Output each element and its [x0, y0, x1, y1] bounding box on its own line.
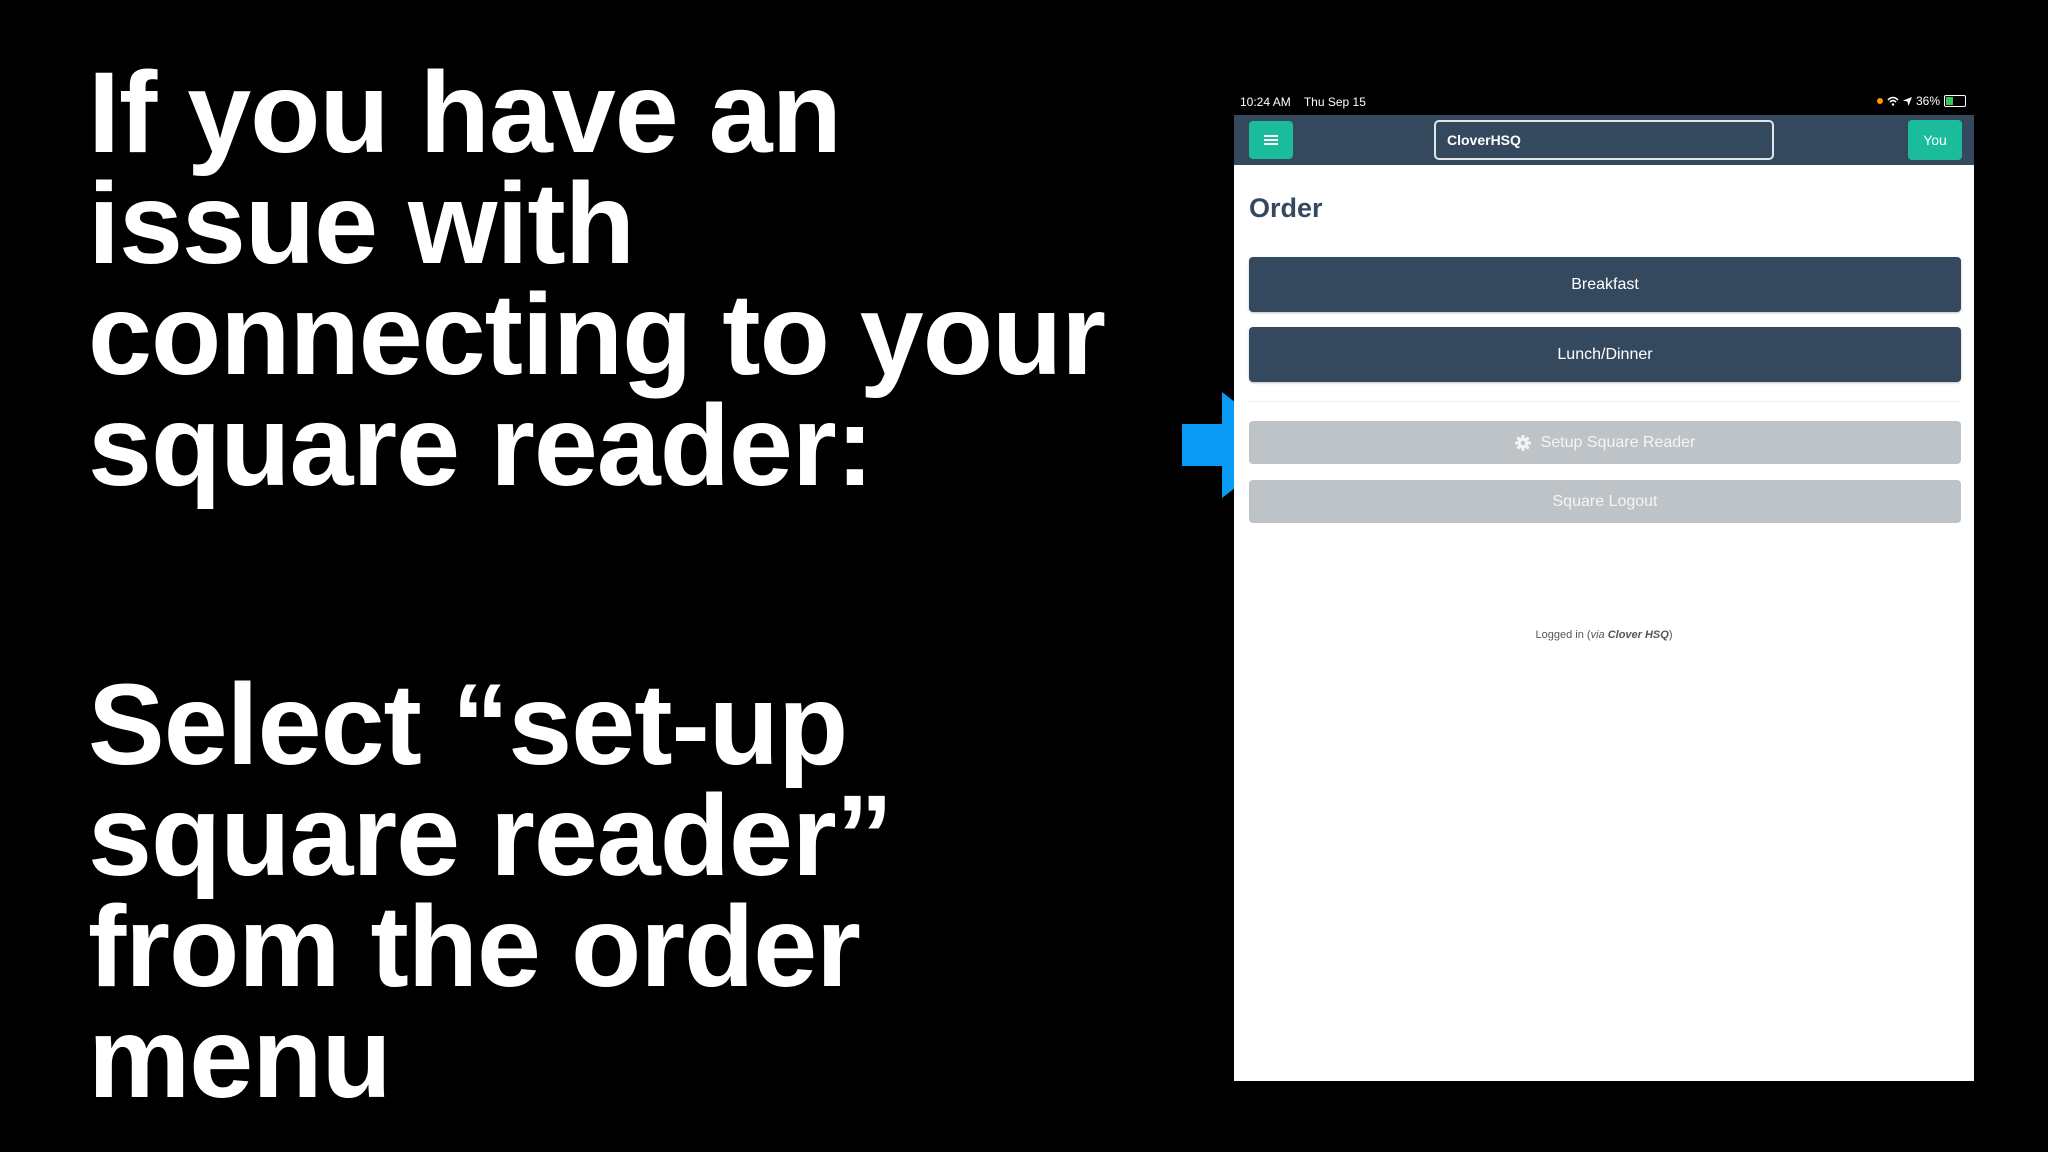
divider [1249, 401, 1961, 402]
menu-button[interactable] [1249, 121, 1293, 159]
instruction-heading: If you have an issue with connecting to … [88, 49, 1106, 510]
location-input[interactable] [1434, 120, 1774, 160]
login-status: Logged in (via Clover HSQ) [1535, 629, 1673, 641]
setup-square-reader-label: Setup Square Reader [1540, 433, 1696, 451]
instruction-line: square reader: [88, 382, 874, 510]
setup-square-reader-button[interactable]: Setup Square Reader [1249, 421, 1961, 464]
location-icon [1902, 96, 1912, 106]
user-button[interactable]: You [1908, 120, 1962, 160]
lunch-dinner-button[interactable]: Lunch/Dinner [1249, 327, 1961, 382]
app-screen: You Order Breakfast Lunch/Dinner Setup S… [1234, 115, 1974, 1081]
hamburger-icon [1264, 133, 1278, 147]
login-status-via: via [1590, 629, 1605, 641]
gear-icon [1514, 434, 1531, 451]
login-provider: Clover HSQ [1607, 629, 1669, 641]
wifi-icon [1887, 96, 1899, 106]
breakfast-button[interactable]: Breakfast [1249, 257, 1961, 312]
square-logout-button[interactable]: Square Logout [1249, 480, 1961, 523]
battery-icon [1944, 95, 1966, 107]
instruction-line: from the order [88, 883, 861, 1011]
page-title: Order [1249, 193, 1323, 223]
instruction-line: menu [88, 994, 392, 1122]
instruction-line: connecting to your [88, 271, 1106, 399]
instruction-line: If you have an [88, 49, 842, 177]
status-time: 10:24 AM [1240, 95, 1291, 109]
battery-percent: 36% [1915, 94, 1940, 108]
instruction-step: Select “set-up square reader” from the o… [88, 661, 893, 1122]
login-status-prefix: Logged in [1535, 629, 1584, 641]
ios-status-bar: 10:24 AM Thu Sep 15 36% [1234, 87, 1974, 115]
instruction-line: Select “set-up [88, 661, 848, 789]
status-date: Thu Sep 15 [1303, 95, 1366, 109]
instruction-line: square reader” [88, 772, 893, 900]
instruction-line: issue with [88, 160, 635, 288]
top-navbar: You [1234, 115, 1974, 165]
mic-indicator-icon [1876, 98, 1883, 104]
